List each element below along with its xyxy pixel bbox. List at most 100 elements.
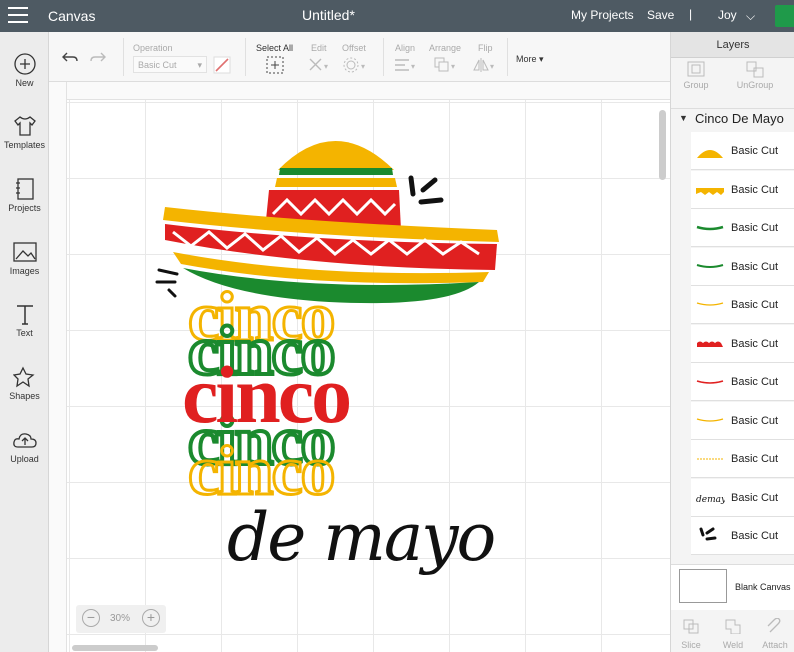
layer-row[interactable]: Basic Cut	[691, 170, 794, 209]
flip-icon[interactable]: ▾	[472, 56, 498, 74]
blank-canvas-row[interactable]: Blank Canvas	[671, 564, 794, 610]
align-icon[interactable]: ▾	[393, 56, 419, 74]
redo-icon[interactable]	[89, 49, 107, 65]
layer-label: Basic Cut	[731, 530, 779, 542]
sidebar-item-label: Projects	[8, 203, 41, 213]
more-button[interactable]: More ▾	[516, 54, 544, 65]
design-canvas[interactable]: cinco cinco cinco cinco cinco de mayo	[49, 82, 670, 652]
layer-row[interactable]: Basic Cut	[691, 286, 794, 324]
layer-row[interactable]: Basic Cut	[691, 440, 794, 478]
layer-label: Basic Cut	[731, 376, 779, 388]
layer-thumbnail-icon	[695, 142, 725, 160]
group-icon	[687, 61, 705, 77]
sidebar-item-label: Shapes	[9, 391, 40, 401]
zoom-out-button[interactable]: −	[82, 609, 100, 627]
sombrero-band-green	[279, 168, 393, 175]
arrange-icon[interactable]: ▾	[433, 56, 459, 74]
layer-row[interactable]: Basic Cut	[691, 247, 794, 286]
slice-button[interactable]: Slice	[671, 619, 711, 650]
layer-row[interactable]: Basic Cut	[691, 324, 794, 363]
ruler-left	[49, 82, 67, 652]
blank-canvas-swatch	[679, 569, 727, 603]
weld-label: Weld	[722, 640, 744, 650]
sidebar-item-images[interactable]: Images	[0, 240, 49, 276]
layer-label: Basic Cut	[731, 414, 779, 427]
ungroup-button[interactable]: UnGroup	[731, 60, 779, 90]
vertical-scrollbar[interactable]	[659, 110, 666, 180]
arrange-label: Arrange	[429, 43, 462, 53]
hamburger-menu-icon[interactable]	[8, 7, 28, 23]
svg-text:▾: ▾	[324, 62, 328, 71]
edit-toolbar: Operation Basic Cut ▾ Select All Edit ▾ O…	[49, 32, 670, 82]
cinco-main-text: cinco	[182, 349, 349, 440]
weld-button[interactable]: Weld	[713, 619, 753, 650]
sidebar-item-shapes[interactable]: Shapes	[0, 365, 49, 401]
layer-row[interactable]: Basic Cut	[691, 401, 794, 440]
select-all-label: Select All	[256, 43, 294, 53]
svg-text:▾: ▾	[361, 62, 365, 71]
save-button[interactable]: Save	[647, 8, 674, 22]
collapse-triangle-icon[interactable]: ▼	[679, 113, 688, 123]
align-label: Align	[395, 43, 416, 53]
attach-button[interactable]: Attach	[755, 618, 794, 650]
make-it-button[interactable]	[775, 5, 794, 27]
layer-thumbnail-icon	[695, 258, 725, 276]
zoom-control: − 30% +	[76, 605, 166, 633]
layer-label: Basic Cut	[731, 222, 779, 234]
sidebar-item-new[interactable]: New	[0, 52, 49, 88]
attach-icon	[767, 618, 781, 633]
layer-label: Basic Cut	[731, 337, 779, 350]
sidebar-item-projects[interactable]: Projects	[0, 177, 49, 213]
zoom-level: 30%	[110, 613, 131, 624]
plus-icon	[13, 53, 36, 75]
sidebar-item-templates[interactable]: Templates	[0, 114, 49, 150]
ruler-top	[49, 82, 670, 100]
layer-group-header[interactable]: ▼ Cinco De Mayo	[671, 108, 794, 130]
color-swatch-icon[interactable]	[213, 56, 231, 74]
edit-label: Edit	[311, 43, 327, 53]
document-title[interactable]: Untitled*	[302, 7, 355, 23]
scissors-icon[interactable]: ▾	[307, 56, 331, 74]
svg-text:demayo: demayo	[696, 495, 725, 505]
layers-title: Layers	[671, 32, 794, 58]
select-all-icon[interactable]	[266, 56, 284, 74]
de-mayo-script: de mayo	[227, 499, 494, 576]
sidebar-item-label: New	[15, 78, 34, 88]
toolbar-divider	[245, 38, 246, 76]
user-menu[interactable]: Joy	[718, 8, 737, 22]
group-button[interactable]: Group	[681, 60, 711, 90]
blank-canvas-label: Blank Canvas	[735, 582, 791, 592]
layer-row[interactable]: demayo Basic Cut	[691, 478, 794, 517]
undo-icon[interactable]	[61, 49, 79, 65]
ungroup-label: UnGroup	[736, 80, 774, 90]
sidebar-item-text[interactable]: Text	[0, 302, 49, 338]
horizontal-scrollbar[interactable]	[72, 645, 158, 651]
left-sidebar: New Templates Projects Images Text Shape…	[0, 32, 49, 652]
layer-row[interactable]: Basic Cut	[691, 132, 794, 170]
layer-label: Basic Cut	[731, 183, 779, 196]
layer-row[interactable]: Basic Cut	[691, 517, 794, 555]
layer-thumbnail-icon	[695, 527, 725, 545]
toolbar-divider	[383, 38, 384, 76]
sidebar-item-upload[interactable]: Upload	[0, 428, 49, 464]
chevron-down-icon: ▾	[197, 60, 202, 70]
layer-label: Basic Cut	[731, 453, 779, 465]
chevron-down-icon[interactable]: ⌵	[746, 9, 755, 24]
toolbar-divider	[123, 38, 124, 76]
operation-select[interactable]: Basic Cut ▾	[133, 56, 207, 73]
layer-row[interactable]: Basic Cut	[691, 209, 794, 247]
operation-label: Operation	[133, 43, 173, 53]
offset-icon[interactable]: ▾	[343, 56, 369, 74]
text-icon	[16, 305, 33, 325]
app-name: Canvas	[48, 8, 96, 24]
notebook-icon	[15, 178, 34, 200]
my-projects-link[interactable]: My Projects	[571, 8, 634, 22]
layer-label: Basic Cut	[731, 260, 779, 273]
layer-thumbnail-icon	[695, 296, 725, 314]
cinco-de-mayo-artwork[interactable]: cinco cinco cinco cinco cinco de mayo	[49, 82, 670, 652]
zoom-in-button[interactable]: +	[142, 609, 160, 627]
layer-label: Basic Cut	[731, 145, 779, 157]
layer-row[interactable]: Basic Cut	[691, 363, 794, 401]
sombrero-band-yellow	[275, 178, 397, 187]
weld-icon	[725, 619, 741, 634]
